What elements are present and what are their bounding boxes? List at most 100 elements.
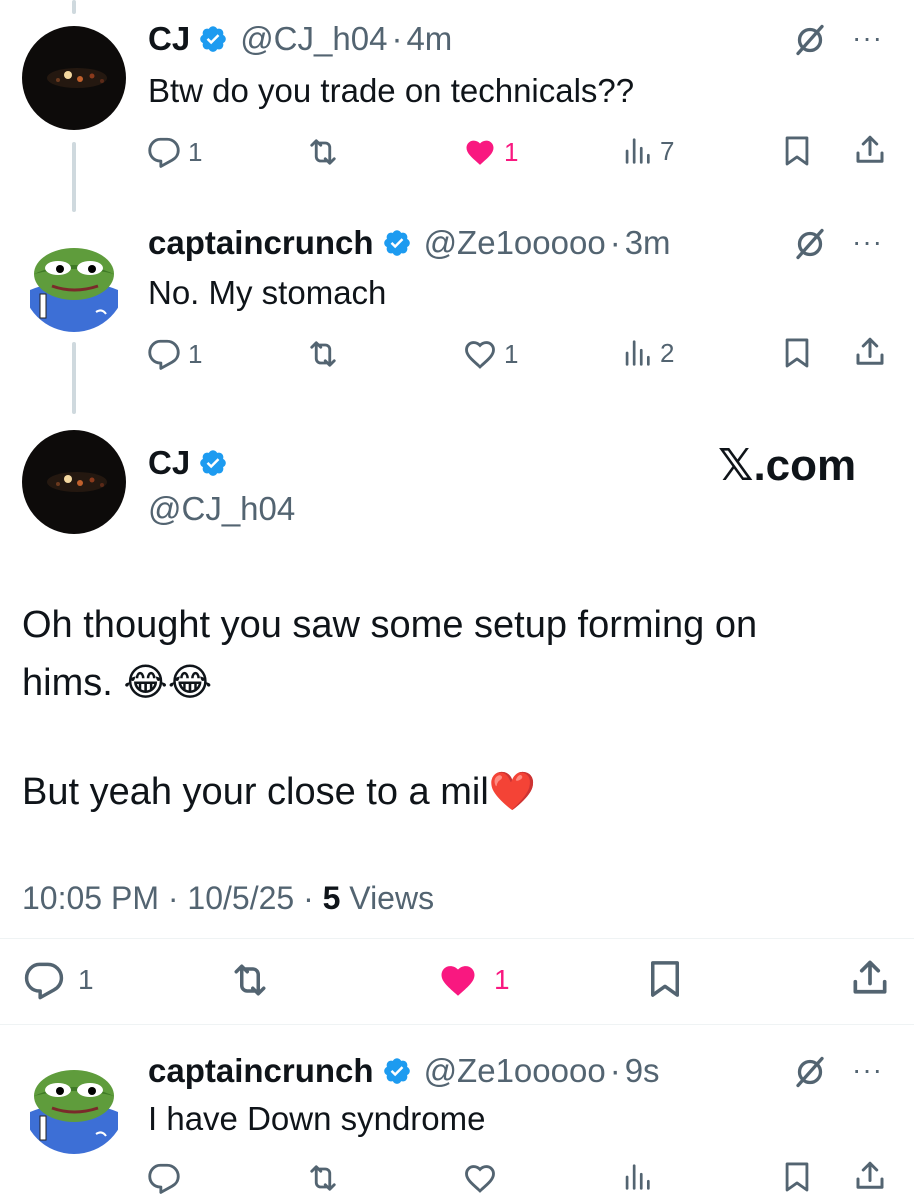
views-label: Views: [340, 880, 435, 916]
reply-button[interactable]: 1: [146, 336, 202, 372]
avatar[interactable]: [22, 26, 126, 130]
views-icon: [620, 336, 654, 370]
bookmark-button[interactable]: [780, 1160, 814, 1194]
more-icon[interactable]: ···: [852, 228, 883, 256]
verified-badge-icon: [198, 24, 228, 54]
bookmark-icon: [780, 134, 814, 168]
share-button[interactable]: [852, 334, 888, 370]
handle[interactable]: @Ze1ooooo: [424, 1052, 606, 1090]
like-button[interactable]: 1: [436, 958, 510, 1002]
separator: ·: [609, 1052, 621, 1089]
thread-line-top: [72, 0, 76, 14]
divider: [0, 938, 914, 939]
grok-icon[interactable]: [792, 22, 828, 58]
share-icon: [852, 334, 888, 370]
views-button[interactable]: [620, 1160, 654, 1194]
verified-badge-icon: [198, 448, 228, 478]
post-timestamp[interactable]: 10:05 PM · 10/5/25 ·: [22, 880, 323, 916]
repost-button[interactable]: [228, 958, 272, 1002]
timestamp[interactable]: 9s: [625, 1052, 660, 1090]
like-count: 1: [504, 136, 519, 167]
handle[interactable]: @CJ_h04: [240, 20, 387, 58]
bookmark-button[interactable]: [780, 134, 814, 168]
share-button[interactable]: [852, 132, 888, 168]
like-icon: [462, 1160, 498, 1196]
like-count: 1: [494, 964, 510, 995]
avatar[interactable]: [22, 430, 126, 534]
post-text-line-1: Oh thought you saw some setup forming on: [22, 604, 758, 646]
thread-line-2: [72, 342, 76, 414]
like-button[interactable]: [462, 1160, 498, 1196]
display-name[interactable]: CJ: [148, 444, 190, 482]
repost-icon: [228, 958, 272, 1002]
x-watermark: 𝕏.com: [718, 441, 857, 490]
reply-button[interactable]: 1: [146, 134, 202, 170]
reply-icon: [146, 336, 182, 372]
avatar[interactable]: [22, 1050, 126, 1154]
share-icon: [848, 956, 892, 1000]
repost-icon: [305, 336, 341, 372]
repost-icon: [305, 1160, 341, 1196]
share-icon: [852, 1158, 888, 1194]
display-name[interactable]: captaincrunch: [148, 224, 374, 262]
avatar[interactable]: [22, 228, 126, 332]
reply-count: 1: [78, 964, 94, 995]
handle[interactable]: @Ze1ooooo: [424, 224, 606, 262]
views-count: 2: [660, 337, 675, 368]
like-button[interactable]: 1: [462, 336, 518, 372]
timestamp[interactable]: 3m: [625, 224, 671, 262]
bookmark-button[interactable]: [780, 336, 814, 370]
more-icon[interactable]: ···: [852, 1056, 883, 1084]
reply-icon: [146, 134, 182, 170]
more-icon[interactable]: ···: [852, 24, 883, 52]
grok-icon[interactable]: [792, 1054, 828, 1090]
repost-icon: [305, 134, 341, 170]
post-text-line-3: But yeah your close to a mil❤️: [22, 771, 537, 813]
reply-header: CJ @CJ_h04 · 4m: [148, 20, 452, 58]
display-name[interactable]: CJ: [148, 20, 190, 58]
post-meta: 10:05 PM · 10/5/25 · 5 Views: [22, 880, 434, 917]
bookmark-icon: [644, 958, 686, 1000]
like-icon: [436, 958, 480, 1002]
views-count: 5: [322, 880, 341, 916]
repost-button[interactable]: [305, 134, 341, 170]
views-button[interactable]: 2: [620, 336, 674, 370]
reply-count: 1: [188, 338, 203, 369]
share-button[interactable]: [852, 1158, 888, 1194]
share-button[interactable]: [848, 956, 892, 1000]
repost-button[interactable]: [305, 336, 341, 372]
bookmark-icon: [780, 1160, 814, 1194]
reply-button[interactable]: 1: [22, 958, 94, 1002]
post-text-line-2: hims. 😂😂: [22, 662, 213, 704]
reply-icon: [146, 1160, 182, 1196]
reply-text: Btw do you trade on technicals??: [148, 72, 635, 109]
share-icon: [852, 132, 888, 168]
separator: ·: [391, 20, 403, 57]
reply-header: captaincrunch @Ze1ooooo · 3m: [148, 224, 671, 262]
grok-icon[interactable]: [792, 226, 828, 262]
views-count: 7: [660, 135, 675, 166]
display-name[interactable]: captaincrunch: [148, 1052, 374, 1090]
like-button[interactable]: 1: [462, 134, 518, 170]
author-name-row: CJ: [148, 444, 228, 482]
thread-line-1: [72, 142, 76, 212]
separator: ·: [609, 224, 621, 261]
like-icon: [462, 336, 498, 372]
views-icon: [620, 134, 654, 168]
timestamp[interactable]: 4m: [406, 20, 452, 58]
repost-button[interactable]: [305, 1160, 341, 1196]
views-icon: [620, 1160, 654, 1194]
bookmark-button[interactable]: [644, 958, 686, 1000]
reply-count: 1: [188, 136, 203, 167]
reply-button[interactable]: [146, 1160, 182, 1196]
handle[interactable]: @CJ_h04: [148, 490, 295, 528]
verified-badge-icon: [382, 1056, 412, 1086]
divider: [0, 1024, 914, 1025]
reply-text: I have Down syndrome: [148, 1100, 486, 1137]
verified-badge-icon: [382, 228, 412, 258]
reply-text: No. My stomach: [148, 274, 387, 311]
views-button[interactable]: 7: [620, 134, 674, 168]
like-count: 1: [504, 338, 519, 369]
reply-icon: [22, 958, 66, 1002]
like-icon: [462, 134, 498, 170]
